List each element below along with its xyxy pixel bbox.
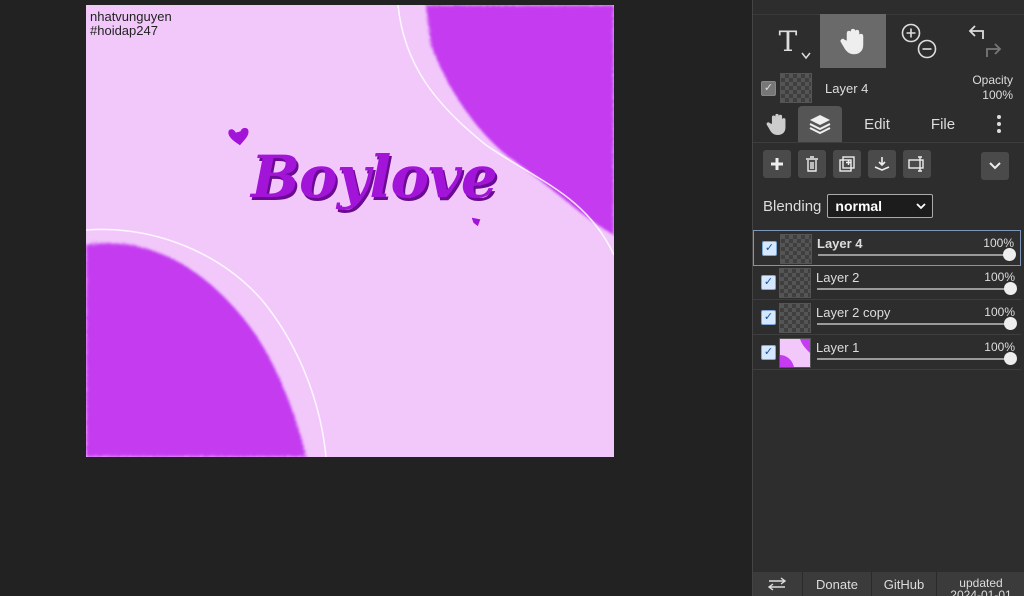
layer-visibility-checkbox[interactable]: ✓ <box>761 345 776 360</box>
drawing-canvas[interactable]: nhatvunguyen #hoidap247 Boylove <box>86 5 614 457</box>
current-layer-thumbnail <box>780 73 812 103</box>
plus-icon <box>771 158 783 170</box>
transform-icon <box>908 156 924 172</box>
updated-info: updated 2024-01-01 <box>936 572 1024 596</box>
undo-icon[interactable] <box>968 25 984 39</box>
layer-visibility-checkbox[interactable]: ✓ <box>761 310 776 325</box>
layer-visibility-checkbox[interactable]: ✓ <box>761 275 776 290</box>
layer-row[interactable]: ✓ Layer 2 copy 100% <box>753 300 1021 335</box>
more-menu-button[interactable] <box>985 106 1013 142</box>
layer-name: Layer 2 copy <box>816 305 891 320</box>
current-layer-name: Layer 4 <box>825 81 869 96</box>
layer-thumbnail <box>779 268 811 298</box>
duplicate-layer-button[interactable] <box>833 150 861 178</box>
canvas-lettering: Boylove <box>251 143 498 211</box>
collapse-actions-button[interactable] <box>981 152 1009 180</box>
updated-date: 2024-01-01 <box>950 588 1012 596</box>
zoom-buttons <box>889 14 949 68</box>
blending-label: Blending <box>763 197 822 215</box>
layer-opacity-slider[interactable] <box>818 254 1008 256</box>
panel-top-strip <box>753 0 1024 15</box>
layer-visibility-checkbox[interactable]: ✓ <box>762 241 777 256</box>
current-layer-visibility-checkbox[interactable]: ✓ <box>761 81 776 96</box>
layer-opacity-slider[interactable] <box>817 288 1009 290</box>
hand-tool-button[interactable] <box>820 14 886 68</box>
github-link[interactable]: GitHub <box>871 572 936 596</box>
add-layer-button[interactable] <box>763 150 791 178</box>
opacity-readout: Opacity 100% <box>972 73 1013 103</box>
chevron-down-icon <box>801 52 811 60</box>
text-tool-button[interactable]: T <box>757 14 819 68</box>
layer-opacity-knob[interactable] <box>1003 248 1016 261</box>
chevron-down-icon <box>916 202 927 209</box>
zoom-out-icon[interactable] <box>917 39 937 59</box>
layer-transform-button[interactable] <box>903 150 931 178</box>
side-panel: T ✓ Layer 4 Opacity 100% Edit File Blend… <box>752 0 1024 596</box>
layer-opacity-slider[interactable] <box>817 358 1009 360</box>
delete-layer-button[interactable] <box>798 150 826 178</box>
zoom-in-icon[interactable] <box>901 23 921 43</box>
panel-footer: Donate GitHub updated 2024-01-01 <box>753 572 1024 596</box>
hand-icon <box>766 113 786 135</box>
swap-panel-button[interactable] <box>753 572 801 596</box>
blending-value: normal <box>835 198 883 214</box>
layer-actions <box>753 150 1024 184</box>
layer-opacity-slider[interactable] <box>817 323 1009 325</box>
layer-thumbnail <box>780 234 812 264</box>
layer-opacity-knob[interactable] <box>1004 352 1017 365</box>
layer-name: Layer 2 <box>816 270 860 285</box>
layer-opacity-knob[interactable] <box>1004 282 1017 295</box>
tab-file[interactable]: File <box>915 106 971 142</box>
layers-icon <box>809 115 831 135</box>
layer-name: Layer 4 <box>817 236 863 251</box>
layer-name: Layer 1 <box>816 340 860 355</box>
opacity-label: Opacity <box>972 73 1013 87</box>
blending-select[interactable]: normal <box>827 194 934 218</box>
duplicate-icon <box>839 156 855 172</box>
layer-thumbnail <box>779 338 811 368</box>
chevron-down-icon <box>989 162 1001 170</box>
merge-down-button[interactable] <box>868 150 896 178</box>
opacity-value: 100% <box>982 88 1013 102</box>
hand-icon <box>840 28 864 55</box>
heart-small <box>227 126 250 147</box>
history-buttons <box>953 14 1017 68</box>
bottom-left-blob <box>86 243 306 457</box>
panel-tabs: Edit File <box>753 106 1024 143</box>
tab-hand[interactable] <box>759 106 795 142</box>
text-icon: T <box>778 24 798 58</box>
layer-thumbnail <box>779 303 811 333</box>
layer-row[interactable]: ✓ Layer 4 100% <box>753 230 1021 266</box>
layer-row[interactable]: ✓ Layer 1 100% <box>753 335 1021 370</box>
canvas-area: nhatvunguyen #hoidap247 Boylove <box>0 0 752 596</box>
tab-edit[interactable]: Edit <box>849 106 905 142</box>
watermark-name: nhatvunguyen <box>90 9 172 24</box>
layer-row[interactable]: ✓ Layer 2 100% <box>753 265 1021 300</box>
trash-icon <box>806 156 818 172</box>
watermark-tag: #hoidap247 <box>90 23 158 38</box>
canvas-artwork <box>86 5 614 457</box>
layer-opacity-knob[interactable] <box>1004 317 1017 330</box>
merge-down-icon <box>874 157 890 171</box>
blending-row: Blending normal <box>763 193 934 219</box>
tool-row: T <box>753 14 1024 68</box>
more-vertical-icon <box>997 115 1001 133</box>
swap-arrows-icon <box>767 577 787 591</box>
tab-layers[interactable] <box>798 106 842 142</box>
current-layer-header: ✓ Layer 4 Opacity 100% <box>753 70 1024 106</box>
donate-link[interactable]: Donate <box>802 572 871 596</box>
redo-icon[interactable] <box>986 43 1002 57</box>
mark-small <box>470 216 482 228</box>
